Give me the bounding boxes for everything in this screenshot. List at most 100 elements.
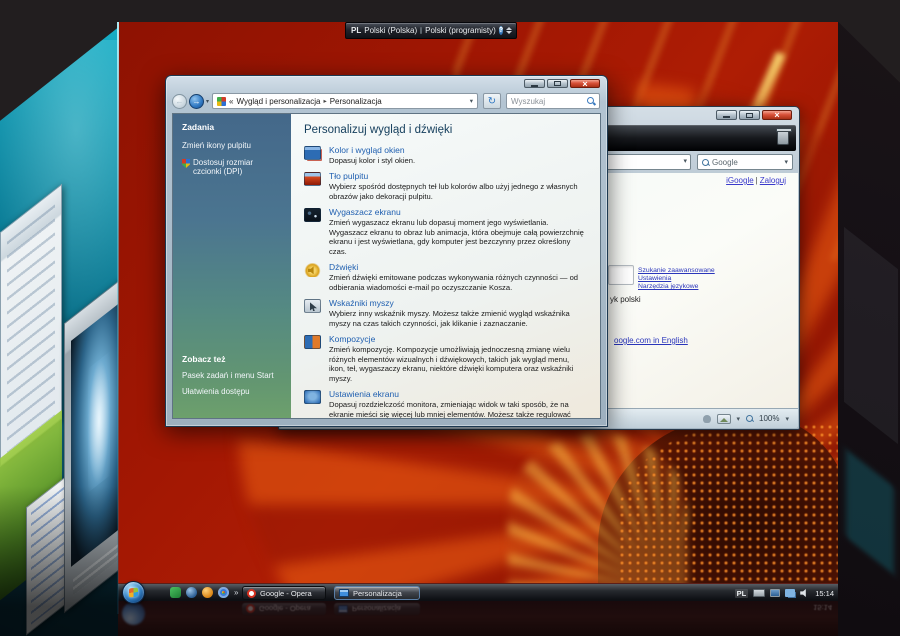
uac-shield-icon	[182, 159, 190, 168]
google-account-links: iGoogle | Zaloguj	[726, 176, 786, 185]
images-toggle-icon[interactable]	[716, 413, 731, 424]
keyboard-layout-label[interactable]: Polski (programisty)	[425, 26, 496, 35]
item-mouse-pointers[interactable]: Wskaźniki myszy Wybierz inny wskaźnik my…	[304, 298, 587, 328]
login-link[interactable]: Zaloguj	[760, 176, 786, 185]
forward-arrow-icon: →	[192, 96, 201, 106]
chevron-down-icon[interactable]: ▾	[737, 415, 741, 423]
start-button[interactable]	[122, 581, 145, 604]
minimize-button[interactable]	[524, 79, 545, 88]
taskbar-button-personalization[interactable]: Personalizacja	[334, 586, 420, 600]
recent-pages-dropdown-icon[interactable]: ▾	[206, 98, 209, 105]
breadcrumb-personalization[interactable]: Personalizacja	[330, 97, 382, 106]
quick-launch-overflow-icon[interactable]: »	[234, 587, 238, 598]
item-themes-description: Zmień kompozycję. Kompozycje umożliwiają…	[329, 345, 574, 383]
breadcrumb[interactable]: « Wygląd i personalizacja ▸ Personalizac…	[212, 93, 478, 109]
minimize-icon	[531, 84, 538, 87]
google-search-input-fragment[interactable]	[608, 265, 634, 285]
language-name-label[interactable]: Polski (Polska)	[364, 26, 417, 35]
item-display-settings[interactable]: Ustawienia ekranu Dopasuj rozdzielczość …	[304, 389, 587, 418]
language-bar[interactable]: PL Polski (Polska) Polski (programisty) …	[345, 22, 517, 39]
close-icon: ×	[582, 78, 588, 89]
page-title: Personalizuj wygląd i dźwięki	[304, 124, 453, 136]
quick-launch-icon-2[interactable]	[186, 587, 197, 598]
language-code[interactable]: PL	[351, 26, 361, 35]
item-sounds-description: Zmień dźwięki emitowane podczas wykonywa…	[329, 273, 579, 292]
taskbar-button-opera-label: Google - Opera	[260, 588, 312, 598]
browser-minimize-button[interactable]	[716, 110, 737, 120]
back-button[interactable]: ←	[172, 93, 187, 109]
personalization-window[interactable]: × ← → ▾ « Wygląd i personalizacja ▸ Pers…	[165, 75, 608, 427]
taskbar-button-opera-reflection: Google - Opera	[242, 603, 326, 615]
item-window-color[interactable]: Kolor i wygląd okien Dopasuj kolor i sty…	[304, 145, 587, 165]
system-tray: PL 15:14	[734, 584, 834, 602]
taskbar-button-personalization-label: Personalizacja	[353, 588, 402, 598]
breadcrumb-appearance[interactable]: Wygląd i personalizacja	[236, 97, 320, 106]
control-panel-search[interactable]: Wyszukaj	[506, 93, 600, 109]
window-titlebar[interactable]: ×	[166, 76, 607, 90]
maximize-button[interactable]	[547, 79, 568, 88]
refresh-button[interactable]: ↻	[483, 93, 501, 109]
item-themes-link[interactable]: Kompozycje	[329, 334, 587, 344]
item-desktop-background-description: Wybierz spośród dostępnych teł lub kolor…	[329, 182, 578, 201]
item-desktop-background[interactable]: Tło pulpitu Wybierz spośród dostępnych t…	[304, 171, 587, 201]
item-screensaver[interactable]: Wygaszacz ekranu Zmień wygaszacz ekranu …	[304, 207, 587, 256]
tray-network-icon[interactable]	[785, 589, 796, 597]
address-dropdown-icon[interactable]: ▾	[470, 97, 473, 105]
item-mouse-pointers-link[interactable]: Wskaźniki myszy	[329, 298, 587, 308]
tray-keyboard-icon[interactable]	[753, 589, 766, 597]
tray-clock[interactable]: 15:14	[815, 589, 834, 598]
language-tools-link[interactable]: Narzędzia językowe	[638, 283, 715, 290]
browser-search-value[interactable]: Google	[712, 158, 738, 167]
item-themes[interactable]: Kompozycje Zmień kompozycję. Kompozycje …	[304, 334, 587, 383]
taskbar-button-opera[interactable]: Google - Opera	[242, 586, 326, 600]
help-icon[interactable]: ?	[498, 26, 504, 35]
close-button[interactable]: ×	[570, 79, 600, 88]
page-zoom-level[interactable]: 100%	[759, 414, 779, 423]
browser-search-field[interactable]: Google ▾	[697, 154, 793, 170]
language-bar-options-icon[interactable]	[506, 27, 513, 34]
igoogle-link[interactable]: iGoogle	[726, 176, 754, 185]
taskbar[interactable]: » Google - Opera Personalizacja PL 15:14	[118, 581, 838, 604]
item-display-settings-link[interactable]: Ustawienia ekranu	[329, 389, 587, 399]
see-also-header: Zobacz też	[182, 354, 226, 364]
start-button-reflection	[122, 602, 145, 625]
quick-launch-icon-3[interactable]	[202, 587, 213, 598]
chevron-down-icon[interactable]: ▾	[683, 157, 687, 165]
item-desktop-background-link[interactable]: Tło pulpitu	[329, 171, 587, 181]
sidebar-item-taskbar-start-menu[interactable]: Pasek zadań i menu Start	[182, 371, 274, 380]
clock-reflection: 15:14	[813, 603, 832, 612]
browser-maximize-button[interactable]	[739, 110, 760, 120]
item-window-color-link[interactable]: Kolor i wygląd okien	[329, 145, 415, 155]
opera-icon	[247, 588, 256, 598]
sidebar-item-adjust-font-size-label[interactable]: Dostosuj rozmiar czcionki (DPI)	[193, 158, 282, 176]
cube-left-face[interactable]	[0, 26, 119, 636]
tasks-pane: Zadania Zmień ikony pulpitu Dostosuj roz…	[173, 114, 291, 418]
advanced-search-link[interactable]: Szukanie zaawansowane	[638, 267, 715, 274]
sidebar-item-ease-of-access[interactable]: Ułatwienia dostępu	[182, 387, 274, 396]
quick-launch-icon-1[interactable]	[170, 587, 181, 598]
tray-display-icon[interactable]	[770, 589, 781, 597]
quick-launch-icon-4[interactable]	[218, 587, 229, 598]
item-sounds[interactable]: Dźwięki Zmień dźwięki emitowane podczas …	[304, 262, 587, 292]
cube-edge-highlight	[117, 22, 119, 614]
back-arrow-icon: ←	[175, 96, 184, 106]
personalization-reflection-label: Personalizacja	[352, 604, 401, 614]
forward-button[interactable]: →	[189, 93, 204, 109]
desktop-background-icon	[304, 172, 321, 187]
cube-right-face[interactable]	[838, 21, 900, 636]
hand-pointer-icon[interactable]	[702, 414, 711, 423]
sidebar-item-adjust-font-size[interactable]: Dostosuj rozmiar czcionki (DPI)	[182, 158, 282, 176]
google-english-link[interactable]: oogle.com in English	[614, 336, 688, 345]
chevron-down-icon[interactable]: ▾	[785, 415, 789, 423]
links-separator: |	[755, 176, 758, 185]
tray-volume-icon[interactable]	[800, 589, 806, 597]
tray-language-indicator[interactable]: PL	[734, 588, 749, 598]
left-face-shadow	[0, 486, 119, 636]
sidebar-item-change-desktop-icons[interactable]: Zmień ikony pulpitu	[182, 141, 282, 150]
chevron-down-icon[interactable]: ▾	[784, 158, 788, 166]
item-sounds-link[interactable]: Dźwięki	[329, 262, 587, 272]
closed-tabs-trash-icon[interactable]	[776, 128, 792, 145]
browser-close-button[interactable]: ×	[762, 110, 792, 120]
settings-link[interactable]: Ustawienia	[638, 275, 715, 282]
item-screensaver-link[interactable]: Wygaszacz ekranu	[329, 207, 587, 217]
